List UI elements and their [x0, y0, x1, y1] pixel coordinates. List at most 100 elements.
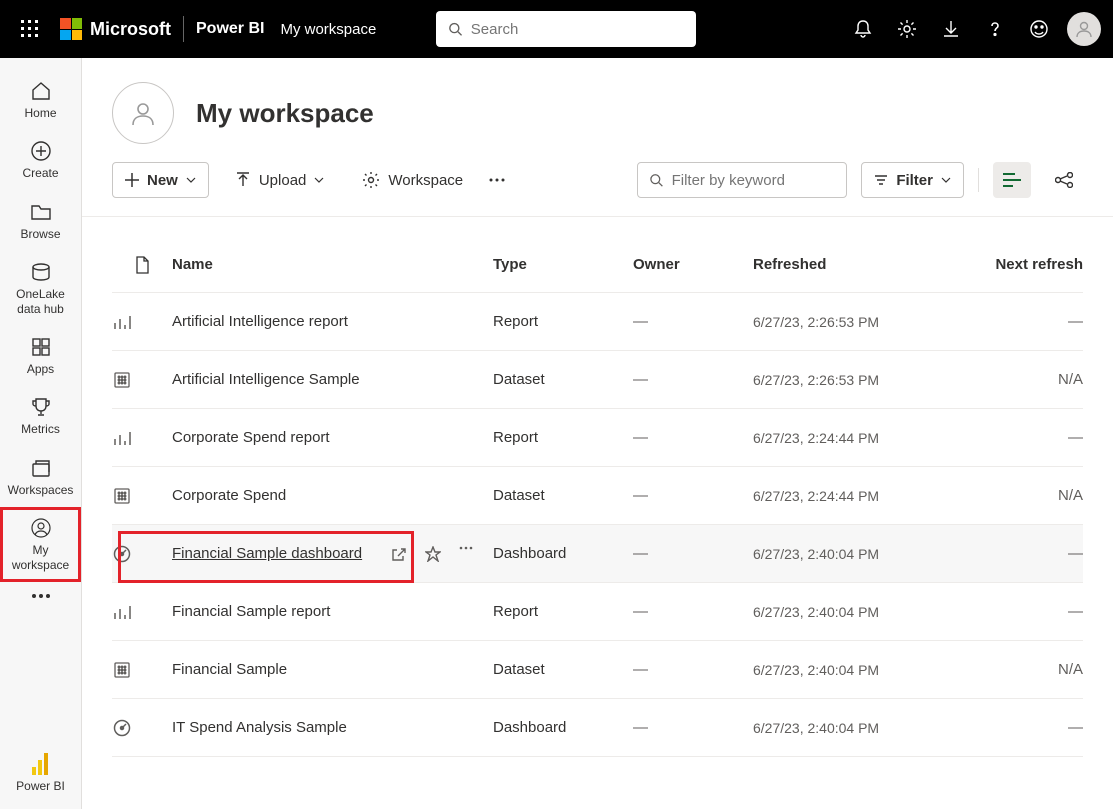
item-name[interactable]: Corporate Spend	[172, 487, 286, 504]
user-avatar[interactable]	[1067, 12, 1101, 46]
workspace-title: My workspace	[196, 98, 374, 129]
item-type-icon	[112, 662, 132, 678]
app-launcher-icon[interactable]	[12, 11, 48, 47]
microsoft-logo: Microsoft	[60, 18, 171, 40]
item-next-refresh: —	[953, 545, 1083, 562]
person-circle-icon	[30, 517, 52, 539]
chevron-down-icon	[314, 177, 324, 183]
lineage-view-button[interactable]	[1045, 162, 1083, 198]
item-refreshed: 6/27/23, 2:40:04 PM	[753, 662, 953, 678]
nav-workspaces[interactable]: Workspaces	[0, 447, 81, 507]
nav-create[interactable]: Create	[0, 130, 81, 190]
notifications-icon[interactable]	[841, 7, 885, 51]
search-icon	[448, 21, 462, 37]
more-icon	[32, 594, 50, 598]
file-icon	[135, 256, 149, 274]
table-row[interactable]: Artificial Intelligence report Report—6/2…	[112, 293, 1083, 351]
upload-button[interactable]: Upload	[223, 162, 337, 198]
item-name[interactable]: Financial Sample dashboard	[172, 545, 362, 562]
chevron-down-icon	[941, 177, 951, 183]
filter-keyword[interactable]	[637, 162, 847, 198]
download-icon[interactable]	[929, 7, 973, 51]
item-refreshed: 6/27/23, 2:40:04 PM	[753, 720, 953, 736]
workspaces-icon	[30, 457, 52, 479]
item-owner: —	[633, 545, 753, 562]
more-toolbar-button[interactable]	[489, 178, 505, 182]
nav-browse[interactable]: Browse	[0, 191, 81, 251]
table-row[interactable]: IT Spend Analysis SampleDashboard—6/27/2…	[112, 699, 1083, 757]
item-refreshed: 6/27/23, 2:40:04 PM	[753, 604, 953, 620]
item-owner: —	[633, 429, 753, 446]
table-row[interactable]: Artificial Intelligence Sample Dataset—6/…	[112, 351, 1083, 409]
powerbi-product-name[interactable]: Power BI	[196, 20, 264, 38]
item-name[interactable]: Artificial Intelligence report	[172, 313, 348, 330]
help-icon[interactable]	[973, 7, 1017, 51]
gear-icon	[362, 171, 380, 189]
item-type: Dataset	[493, 487, 633, 504]
nav-more[interactable]	[0, 582, 81, 610]
table-row[interactable]: Financial Sample dashboardDashboard—6/27…	[112, 525, 1083, 583]
powerbi-icon	[32, 753, 50, 775]
nav-my-workspace[interactable]: My workspace	[0, 507, 81, 582]
search-input[interactable]	[471, 21, 685, 38]
item-name[interactable]: Financial Sample	[172, 661, 287, 678]
item-owner: —	[633, 719, 753, 736]
table-row[interactable]: Corporate Spend reportReport—6/27/23, 2:…	[112, 409, 1083, 467]
filter-keyword-input[interactable]	[672, 172, 835, 189]
more-icon	[489, 178, 505, 182]
col-type[interactable]: Type	[493, 256, 633, 273]
item-type: Report	[493, 429, 633, 446]
item-type-icon	[112, 372, 132, 388]
item-refreshed: 6/27/23, 2:40:04 PM	[753, 546, 953, 562]
table-header: Name Type Owner Refreshed Next refresh	[112, 237, 1083, 293]
share-icon[interactable]	[391, 546, 407, 562]
star-icon[interactable]	[425, 546, 441, 562]
item-name[interactable]: Artificial Intelligence Sample	[172, 371, 360, 388]
item-type-icon	[112, 719, 132, 737]
feedback-icon[interactable]	[1017, 7, 1061, 51]
list-view-button[interactable]	[993, 162, 1031, 198]
microsoft-text: Microsoft	[90, 19, 171, 40]
breadcrumb-workspace[interactable]: My workspace	[280, 21, 376, 38]
table-row[interactable]: Corporate SpendDataset—6/27/23, 2:24:44 …	[112, 467, 1083, 525]
new-button[interactable]: New	[112, 162, 209, 198]
item-name[interactable]: Financial Sample report	[172, 603, 330, 620]
item-next-refresh: —	[953, 719, 1083, 736]
list-icon	[1003, 173, 1021, 187]
filter-button[interactable]: Filter	[861, 162, 964, 198]
item-owner: —	[633, 313, 753, 330]
item-next-refresh: —	[953, 429, 1083, 446]
col-next[interactable]: Next refresh	[953, 256, 1083, 273]
table-row[interactable]: Financial SampleDataset—6/27/23, 2:40:04…	[112, 641, 1083, 699]
item-refreshed: 6/27/23, 2:26:53 PM	[753, 314, 953, 330]
trophy-icon	[30, 396, 52, 418]
col-refreshed[interactable]: Refreshed	[753, 256, 953, 273]
nav-apps[interactable]: Apps	[0, 326, 81, 386]
settings-icon[interactable]	[885, 7, 929, 51]
item-owner: —	[633, 603, 753, 620]
item-refreshed: 6/27/23, 2:24:44 PM	[753, 488, 953, 504]
more-icon[interactable]	[459, 546, 473, 562]
table-row[interactable]: Financial Sample reportReport—6/27/23, 2…	[112, 583, 1083, 641]
nav-metrics[interactable]: Metrics	[0, 386, 81, 446]
item-owner: —	[633, 371, 753, 388]
col-name[interactable]: Name	[172, 256, 493, 273]
workspace-settings-button[interactable]: Workspace	[350, 162, 475, 198]
chevron-down-icon	[186, 177, 196, 183]
nav-onelake[interactable]: OneLake data hub	[0, 251, 81, 326]
workspace-avatar	[112, 82, 174, 144]
global-search[interactable]	[436, 11, 696, 47]
item-type: Report	[493, 313, 633, 330]
powerbi-logo[interactable]: Power BI	[0, 743, 81, 809]
onelake-icon	[30, 261, 52, 283]
item-name[interactable]: IT Spend Analysis Sample	[172, 719, 347, 736]
item-type-icon	[112, 488, 132, 504]
workspace-header: My workspace	[82, 58, 1113, 152]
divider	[978, 168, 979, 192]
item-name[interactable]: Corporate Spend report	[172, 429, 330, 446]
item-refreshed: 6/27/23, 2:26:53 PM	[753, 372, 953, 388]
col-owner[interactable]: Owner	[633, 256, 753, 273]
item-next-refresh: N/A	[953, 371, 1083, 388]
nav-home[interactable]: Home	[0, 70, 81, 130]
item-type: Dataset	[493, 371, 633, 388]
